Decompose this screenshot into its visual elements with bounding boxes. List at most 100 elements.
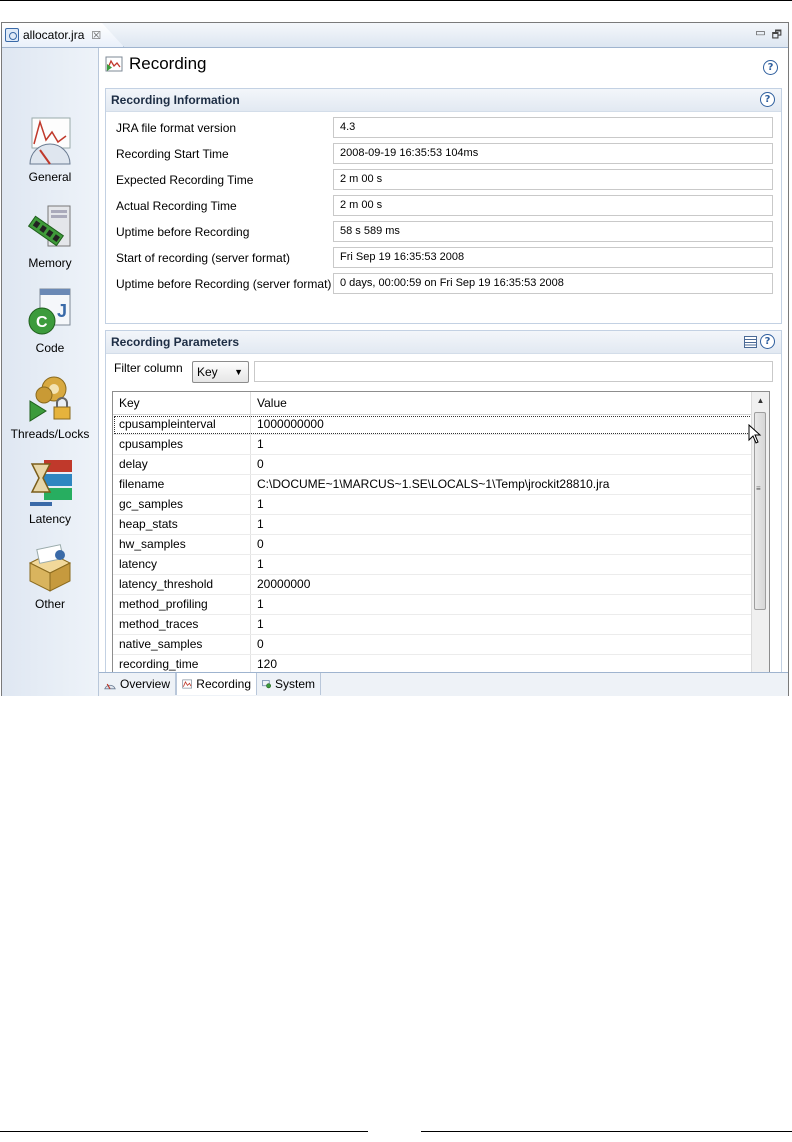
table-row[interactable]: cpusampleinterval 1000000000: [113, 415, 769, 435]
table-row[interactable]: heap_stats 1: [113, 515, 769, 535]
gauge-chart-icon: [26, 116, 74, 166]
tab-overview[interactable]: Overview: [99, 673, 176, 695]
editor-tab-allocator[interactable]: allocator.jra ☒: [2, 23, 124, 47]
filter-text-input[interactable]: [254, 361, 773, 382]
tab-label: Overview: [119, 677, 170, 691]
info-label: Recording Start Time: [116, 147, 229, 161]
table-row[interactable]: hw_samples 0: [113, 535, 769, 555]
param-key-cell: hw_samples: [113, 535, 251, 554]
table-row[interactable]: method_profiling 1: [113, 595, 769, 615]
recording-information-header[interactable]: Recording Information ?: [106, 89, 781, 112]
param-value-cell: 1: [257, 597, 264, 611]
recording-icon: [105, 56, 123, 72]
param-key-cell: filename: [113, 475, 251, 494]
nav-item-memory[interactable]: Memory: [2, 202, 98, 270]
param-value-cell: 1: [257, 557, 264, 571]
tab-system[interactable]: System: [257, 673, 321, 695]
help-icon[interactable]: ?: [760, 334, 775, 349]
table-header: Key Value: [113, 392, 769, 415]
svg-text:J: J: [57, 301, 67, 321]
info-row: Uptime before Recording (server format) …: [116, 273, 776, 295]
nav-label-memory: Memory: [28, 256, 72, 270]
section-tools: ?: [744, 334, 775, 349]
param-key-cell: native_samples: [113, 635, 251, 654]
param-key-cell: method_profiling: [113, 595, 251, 614]
info-label: JRA file format version: [116, 121, 237, 135]
tab-label: System: [274, 677, 315, 691]
table-body: cpusampleinterval 1000000000 cpusamples 1 de…: [113, 415, 769, 686]
filter-column-label: Filter column: [114, 361, 183, 375]
table-row[interactable]: delay 0: [113, 455, 769, 475]
nav-item-other[interactable]: Other: [2, 543, 98, 611]
info-label: Uptime before Recording (server format): [116, 277, 332, 291]
main-content: Recording ? Recording Information ? JRA …: [99, 48, 788, 690]
param-key-cell: latency: [113, 555, 251, 574]
param-key-cell: gc_samples: [113, 495, 251, 514]
nav-item-latency[interactable]: Latency: [2, 458, 98, 526]
info-value-field[interactable]: Fri Sep 19 16:35:53 2008: [333, 247, 773, 268]
threads-locks-icon: [26, 373, 74, 423]
param-value-cell: 1000000000: [257, 417, 324, 431]
recording-parameters-header[interactable]: Recording Parameters ?: [106, 331, 781, 354]
scroll-up-icon[interactable]: ▲: [752, 392, 769, 409]
nav-item-general[interactable]: General: [2, 116, 98, 184]
param-value-cell: 1: [257, 517, 264, 531]
parameters-table: Key Value cpusampleinterval 1000000000 cpu…: [112, 391, 770, 687]
info-value-field[interactable]: 58 s 589 ms: [333, 221, 773, 242]
scroll-grip-icon: ≡: [756, 484, 761, 493]
table-row[interactable]: method_traces 1: [113, 615, 769, 635]
close-icon[interactable]: ☒: [91, 29, 101, 42]
param-key-cell: method_traces: [113, 615, 251, 634]
footer-rule-right: [421, 1131, 792, 1132]
help-icon[interactable]: ?: [760, 92, 775, 107]
section-title: Recording Parameters: [111, 335, 240, 349]
nav-label-latency: Latency: [28, 512, 72, 526]
nav-item-code[interactable]: J C Code: [2, 287, 98, 355]
column-header-key[interactable]: Key: [113, 392, 251, 414]
recording-parameters-section: Recording Parameters ? Filter column Key…: [105, 330, 782, 690]
hourglass-icon: [26, 458, 74, 508]
tab-recording[interactable]: Recording: [176, 673, 257, 695]
param-key-cell: latency_threshold: [113, 575, 251, 594]
info-row: Actual Recording Time 2 m 00 s: [116, 195, 776, 217]
mouse-cursor-icon: [748, 424, 762, 444]
param-value-cell: 20000000: [257, 577, 311, 591]
table-row[interactable]: gc_samples 1: [113, 495, 769, 515]
section-tools: ?: [760, 92, 775, 107]
table-row[interactable]: cpusamples 1: [113, 435, 769, 455]
jra-file-icon: [5, 28, 19, 42]
info-value-field[interactable]: 2 m 00 s: [333, 195, 773, 216]
info-value-field[interactable]: 2008-09-19 16:35:53 104ms: [333, 143, 773, 164]
nav-label-general: General: [28, 170, 72, 184]
svg-text:C: C: [36, 314, 48, 331]
table-row[interactable]: native_samples 0: [113, 635, 769, 655]
code-class-icon: J C: [26, 287, 74, 337]
system-icon: [262, 680, 271, 689]
table-columns-icon[interactable]: [744, 335, 757, 348]
memory-server-icon: [26, 202, 74, 252]
info-value-field[interactable]: 4.3: [333, 117, 773, 138]
footer-rule-left: [0, 1131, 368, 1132]
info-row: JRA file format version 4.3: [116, 117, 776, 139]
param-key-cell: heap_stats: [113, 515, 251, 534]
table-row[interactable]: filename C:\DOCUME~1\MARCUS~1.SE\LOCALS~1…: [113, 475, 769, 495]
overview-icon: [104, 683, 116, 690]
nav-item-threads-locks[interactable]: Threads/Locks: [2, 373, 98, 441]
info-value-field[interactable]: 0 days, 00:00:59 on Fri Sep 19 16:35:53 …: [333, 273, 773, 294]
info-value-field[interactable]: 2 m 00 s: [333, 169, 773, 190]
filter-column-select[interactable]: Key ▼: [192, 361, 249, 383]
column-header-value[interactable]: Value: [251, 392, 753, 414]
minimize-icon[interactable]: ▭: [755, 26, 765, 45]
param-value-cell: C:\DOCUME~1\MARCUS~1.SE\LOCALS~1\Temp\jr…: [257, 477, 610, 491]
left-nav: General Memory J C Code Threads/Locks La…: [2, 48, 99, 696]
nav-label-code: Code: [35, 341, 65, 355]
recording-information-section: Recording Information ? JRA file format …: [105, 88, 782, 324]
table-row[interactable]: latency_threshold 20000000: [113, 575, 769, 595]
help-icon[interactable]: ?: [763, 60, 778, 75]
page-header: Recording: [105, 54, 207, 74]
table-row[interactable]: latency 1: [113, 555, 769, 575]
restore-icon[interactable]: 🗗: [772, 26, 782, 45]
nav-label-other: Other: [34, 597, 65, 611]
page-top-rule: [0, 0, 792, 1]
param-value-cell: 0: [257, 537, 264, 551]
